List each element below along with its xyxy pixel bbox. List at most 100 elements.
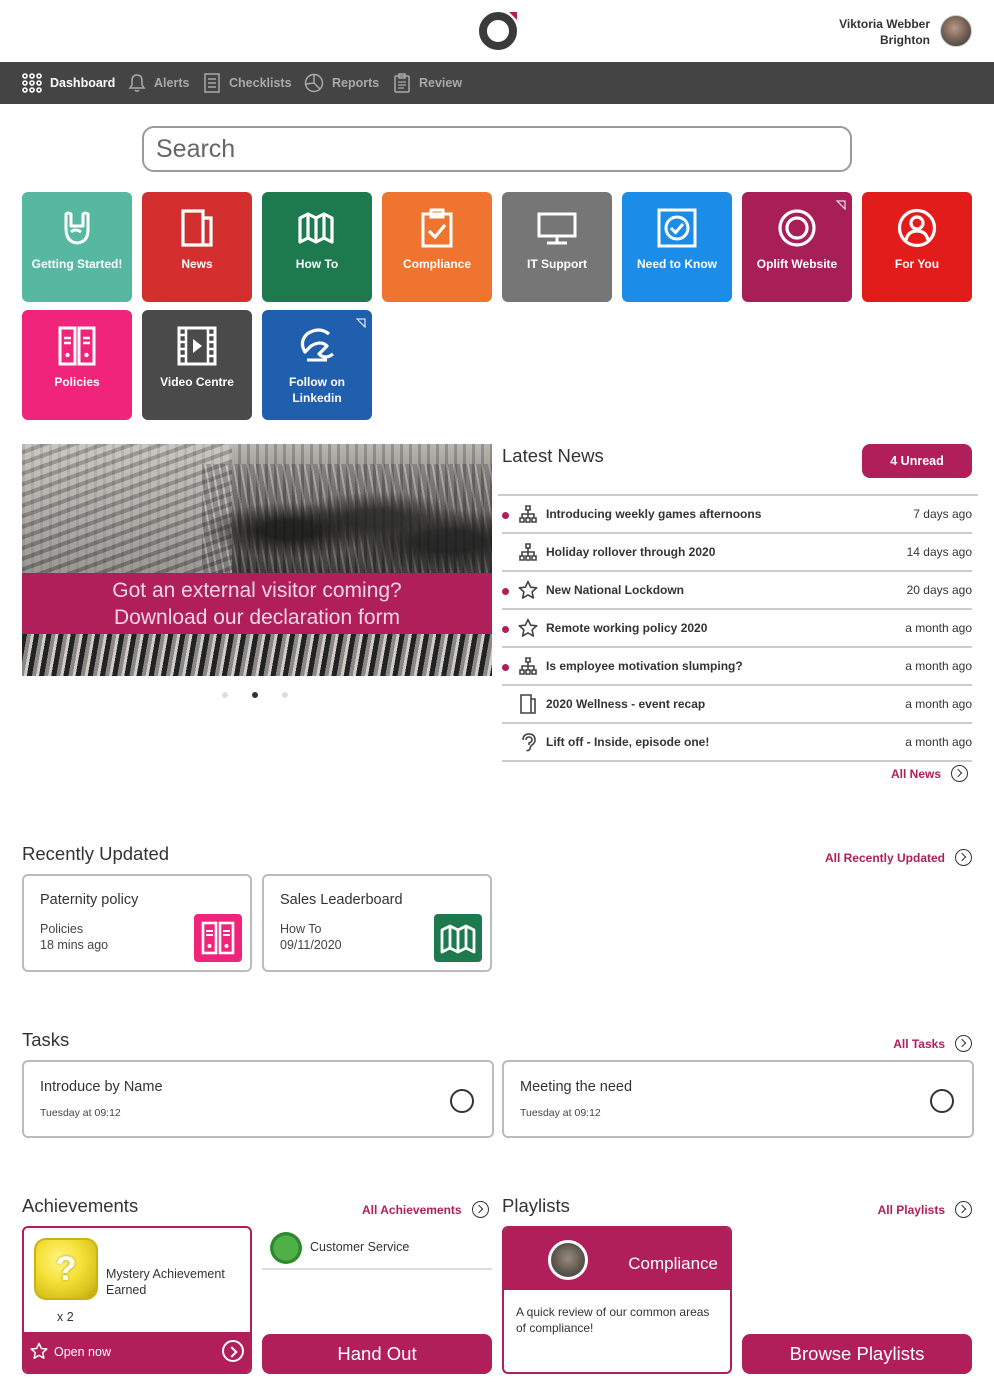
recently-updated-card[interactable]: Sales Leaderboard How To 09/11/2020 [262, 874, 492, 972]
achievement-card[interactable]: ? Mystery Achievement Earned x 2 Open no… [22, 1226, 252, 1374]
task-card[interactable]: Introduce by Name Tuesday at 09:12 [22, 1060, 494, 1138]
user-location: Brighton [880, 33, 930, 47]
news-item[interactable]: Is employee motivation slumping? a month… [502, 648, 972, 686]
tile-label: Policies [54, 375, 100, 389]
all-tasks-link[interactable]: All Tasks [893, 1035, 972, 1052]
news-item[interactable]: Lift off - Inside, episode one! a month … [502, 724, 972, 762]
chevron-right-icon [951, 765, 968, 782]
star-icon [518, 580, 538, 599]
tile-label: Getting Started! [31, 257, 123, 271]
chevron-right-icon [471, 1201, 489, 1218]
tile-label: Compliance [402, 257, 471, 271]
film-icon [177, 326, 217, 366]
customer-service-item[interactable]: Customer Service [262, 1228, 492, 1270]
all-achievements-link[interactable]: All Achievements [362, 1201, 489, 1218]
hand-out-button[interactable]: Hand Out [262, 1334, 492, 1374]
all-tasks-label: All Tasks [893, 1036, 945, 1051]
chevron-right-icon[interactable] [222, 1340, 244, 1362]
browse-playlists-button[interactable]: Browse Playlists [742, 1334, 972, 1374]
unread-dot [502, 512, 509, 519]
binders-icon [194, 914, 242, 962]
nav-alerts[interactable]: Alerts [128, 62, 189, 104]
news-title: New National Lockdown [546, 583, 685, 597]
tile-news[interactable]: News [142, 192, 252, 302]
recently-updated-card[interactable]: Paternity policy Policies 18 mins ago [22, 874, 252, 972]
news-title: Is employee motivation slumping? [546, 659, 743, 673]
document-icon [181, 209, 213, 247]
nav-checklists[interactable]: Checklists [203, 62, 292, 104]
task-checkbox[interactable] [930, 1089, 954, 1113]
tile-policies[interactable]: Policies [22, 310, 132, 420]
user-name: Viktoria Webber [839, 17, 930, 31]
all-recently-updated-label: All Recently Updated [824, 850, 945, 865]
chevron-right-icon [955, 1035, 972, 1052]
news-item[interactable]: Holiday rollover through 2020 14 days ag… [502, 534, 972, 572]
nav-review-label: Review [419, 76, 463, 90]
grid-icon [22, 73, 42, 93]
carousel-dot[interactable] [222, 692, 228, 698]
pie-chart-icon [304, 73, 324, 93]
news-item[interactable]: Remote working policy 2020 a month ago [502, 610, 972, 648]
nav-dashboard[interactable]: Dashboard [22, 62, 115, 104]
nav-reports-label: Reports [332, 76, 380, 90]
tile-how-to[interactable]: How To [262, 192, 372, 302]
all-recently-updated-link[interactable]: All Recently Updated [825, 849, 972, 866]
card-title: Paternity policy [40, 892, 139, 908]
all-news-link[interactable]: All News [891, 765, 968, 782]
news-time: a month ago [905, 621, 972, 635]
all-playlists-link[interactable]: All Playlists [878, 1201, 972, 1218]
news-time: 14 days ago [906, 545, 972, 559]
nav-reports[interactable]: Reports [304, 62, 379, 104]
nav-review[interactable]: Review [393, 62, 462, 104]
tile-for-you[interactable]: For You [862, 192, 972, 302]
achievement-count: x 2 [57, 1310, 74, 1324]
open-now-bar[interactable]: Open now [24, 1332, 250, 1372]
tasks-title: Tasks [22, 1029, 70, 1050]
unread-button[interactable]: 4 Unread [862, 444, 972, 478]
tile-label: Video Centre [160, 375, 234, 389]
news-item[interactable]: Introducing weekly games afternoons 7 da… [502, 496, 972, 534]
banner-carousel[interactable]: Got an external visitor coming? Download… [22, 444, 492, 676]
star-icon [30, 1342, 48, 1359]
document-icon [520, 694, 536, 714]
playlist-description: A quick review of our common areas of co… [516, 1305, 710, 1335]
achievement-text: Mystery Achievement Earned [106, 1267, 225, 1297]
carousel-dot[interactable] [282, 692, 288, 698]
map-icon [298, 212, 334, 244]
card-time: 09/11/2020 [280, 938, 342, 952]
task-title: Meeting the need [520, 1079, 633, 1095]
task-card[interactable]: Meeting the need Tuesday at 09:12 [502, 1060, 974, 1138]
news-item[interactable]: New National Lockdown 20 days ago [502, 572, 972, 610]
bell-icon [128, 74, 146, 92]
playlist-header: Compliance [504, 1228, 730, 1290]
tile-oplift-website[interactable]: Oplift Website [742, 192, 852, 302]
playlist-card[interactable]: Compliance A quick review of our common … [502, 1226, 732, 1374]
banner-caption[interactable]: Got an external visitor coming? Download… [22, 573, 492, 634]
tile-compliance[interactable]: Compliance [382, 192, 492, 302]
carousel-dot-active[interactable] [252, 692, 258, 698]
tile-video-centre[interactable]: Video Centre [142, 310, 252, 420]
news-item[interactable]: 2020 Wellness - event recap a month ago [502, 686, 972, 724]
avatar[interactable] [940, 15, 972, 47]
search-input[interactable] [142, 126, 852, 172]
news-time: 20 days ago [906, 583, 972, 597]
banner-line-2: Download our declaration form [114, 606, 400, 629]
tile-getting-started[interactable]: Getting Started! [22, 192, 132, 302]
news-title: Remote working policy 2020 [546, 621, 708, 635]
tile-it-support[interactable]: IT Support [502, 192, 612, 302]
checklist-icon [204, 73, 220, 93]
mystery-badge-icon: ? [34, 1238, 98, 1300]
playlists-title: Playlists [502, 1195, 570, 1216]
tile-follow-linkedin[interactable]: Follow on Linkedin [262, 310, 372, 420]
carousel-dots [222, 692, 288, 698]
user-info[interactable]: Viktoria Webber Brighton [839, 16, 930, 48]
clipboard-check-icon [421, 208, 453, 248]
tile-need-to-know[interactable]: Need to Know [622, 192, 732, 302]
chevron-right-icon [955, 1201, 972, 1218]
news-time: 7 days ago [913, 507, 972, 521]
ear-icon [522, 733, 536, 752]
news-title: Lift off - Inside, episode one! [546, 735, 710, 749]
linkedin-swirl-icon [300, 328, 334, 362]
task-checkbox[interactable] [450, 1089, 474, 1113]
logo[interactable] [478, 11, 518, 51]
